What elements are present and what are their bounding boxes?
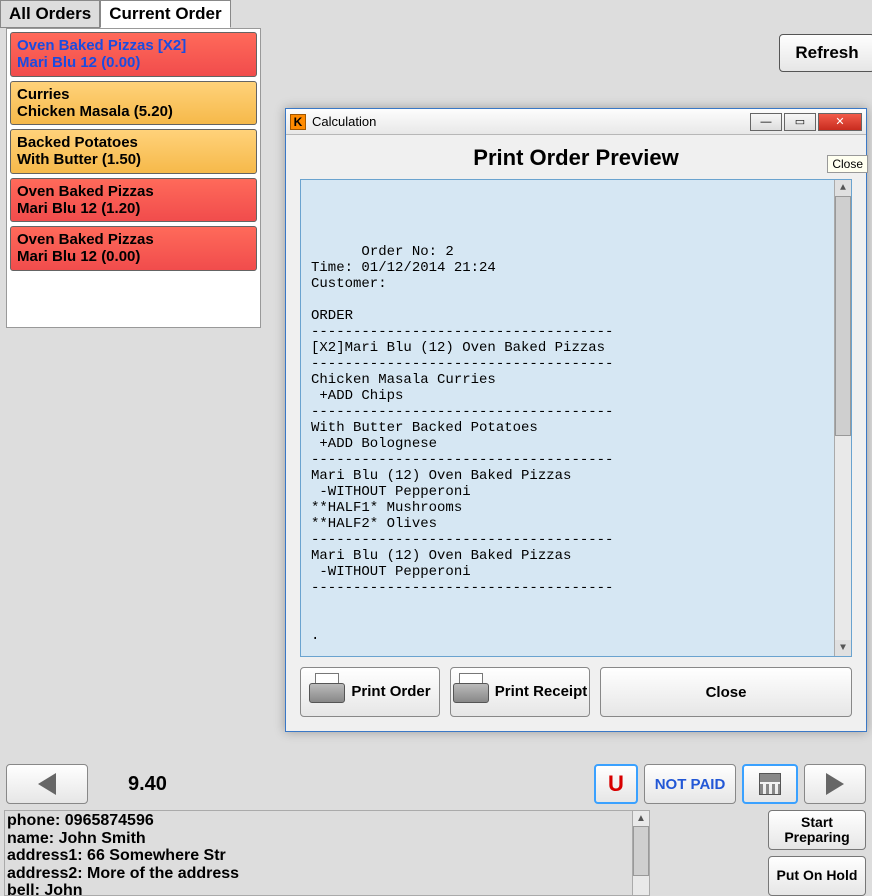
calculator-button[interactable] <box>742 764 798 804</box>
order-item-detail: Chicken Masala (5.20) <box>17 103 250 120</box>
not-paid-button[interactable]: NOT PAID <box>644 764 736 804</box>
order-item-detail: With Butter (1.50) <box>17 151 250 168</box>
order-item-detail: Mari Blu 12 (0.00) <box>17 248 250 265</box>
scroll-down-icon[interactable]: ▼ <box>835 640 851 656</box>
print-receipt-label: Print Receipt <box>495 684 588 700</box>
dialog-close-button[interactable]: Close <box>600 667 852 717</box>
order-item-category: Oven Baked Pizzas <box>17 183 250 200</box>
tab-current-order[interactable]: Current Order <box>100 0 230 28</box>
right-actions: Start Preparing Put On Hold <box>768 810 866 896</box>
print-order-label: Print Order <box>351 684 430 700</box>
close-tooltip: Close <box>827 155 868 173</box>
customer-scrollbar[interactable]: ▲ <box>632 810 650 896</box>
arrow-left-icon <box>38 773 56 795</box>
dialog-titlebar[interactable]: K Calculation — ▭ ✕ <box>286 109 866 135</box>
tab-all-orders[interactable]: All Orders <box>0 0 100 28</box>
prev-button[interactable] <box>6 764 88 804</box>
scroll-up-icon[interactable]: ▲ <box>633 811 649 826</box>
receipt-scrollbar[interactable]: ▲ ▼ <box>834 180 851 656</box>
maximize-button[interactable]: ▭ <box>784 113 816 131</box>
print-order-button[interactable]: Print Order <box>300 667 440 717</box>
order-item-category: Oven Baked Pizzas [X2] <box>17 37 250 54</box>
customer-address2: address2: More of the address <box>7 865 647 883</box>
window-close-button[interactable]: ✕ <box>818 113 862 131</box>
order-item[interactable]: Oven Baked PizzasMari Blu 12 (1.20) <box>10 178 257 223</box>
calculator-icon <box>759 773 781 795</box>
order-item[interactable]: Oven Baked PizzasMari Blu 12 (0.00) <box>10 226 257 271</box>
order-item[interactable]: CurriesChicken Masala (5.20) <box>10 81 257 126</box>
scroll-thumb[interactable] <box>835 196 851 436</box>
dialog-title-text: Calculation <box>312 114 376 129</box>
order-item-detail: Mari Blu 12 (0.00) <box>17 54 250 71</box>
order-item-category: Curries <box>17 86 250 103</box>
preview-heading: Print Order Preview <box>300 145 852 171</box>
scroll-thumb[interactable] <box>633 826 649 876</box>
next-button[interactable] <box>804 764 866 804</box>
order-item[interactable]: Oven Baked Pizzas [X2]Mari Blu 12 (0.00) <box>10 32 257 77</box>
bottom-controls: 9.40 U NOT PAID <box>6 762 866 806</box>
arrow-right-icon <box>826 773 844 795</box>
receipt-preview[interactable]: Order No: 2 Time: 01/12/2014 21:24 Custo… <box>300 179 852 657</box>
start-preparing-button[interactable]: Start Preparing <box>768 810 866 850</box>
calculation-dialog: K Calculation — ▭ ✕ Close Print Order Pr… <box>285 108 867 732</box>
printer-icon <box>309 679 343 705</box>
order-item-category: Backed Potatoes <box>17 134 250 151</box>
scroll-up-icon[interactable]: ▲ <box>835 180 851 196</box>
customer-name: name: John Smith <box>7 830 647 848</box>
print-receipt-button[interactable]: Print Receipt <box>450 667 590 717</box>
receipt-text: Order No: 2 Time: 01/12/2014 21:24 Custo… <box>311 244 613 644</box>
minimize-button[interactable]: — <box>750 113 782 131</box>
customer-phone: phone: 0965874596 <box>7 812 647 830</box>
customer-info: phone: 0965874596 name: John Smith addre… <box>4 810 650 896</box>
order-items-panel: Oven Baked Pizzas [X2]Mari Blu 12 (0.00)… <box>6 28 261 328</box>
app-icon: K <box>290 114 306 130</box>
printer-icon <box>453 679 487 705</box>
put-on-hold-button[interactable]: Put On Hold <box>768 856 866 896</box>
customer-address1: address1: 66 Somewhere Str <box>7 847 647 865</box>
order-item-detail: Mari Blu 12 (1.20) <box>17 200 250 217</box>
customer-bell: bell: John <box>7 882 647 896</box>
refresh-button[interactable]: Refresh <box>779 34 872 72</box>
u-button[interactable]: U <box>594 764 638 804</box>
order-item-category: Oven Baked Pizzas <box>17 231 250 248</box>
order-item[interactable]: Backed PotatoesWith Butter (1.50) <box>10 129 257 174</box>
tabs-bar: All Orders Current Order <box>0 0 872 28</box>
order-total: 9.40 <box>128 773 167 796</box>
